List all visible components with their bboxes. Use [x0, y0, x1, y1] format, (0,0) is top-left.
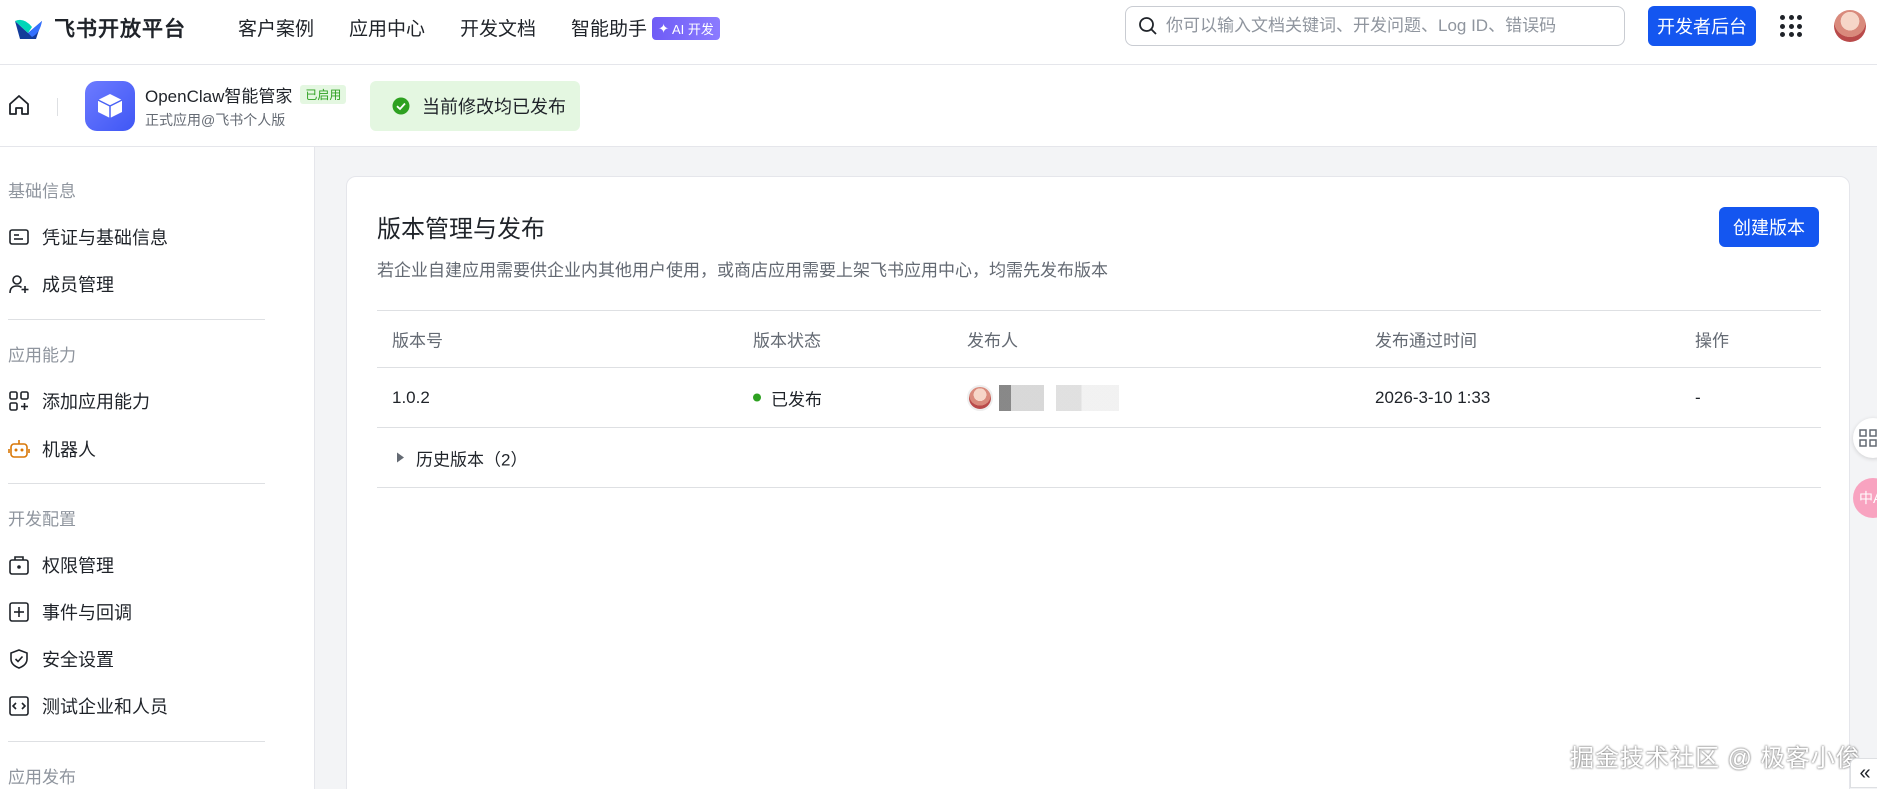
sidebar-item-add-capability[interactable]: 添加应用能力 — [8, 388, 150, 414]
publisher-avatar — [967, 384, 993, 411]
version-table: 版本号 版本状态 发布人 发布通过时间 操作 1.0.2 已发布 2026-3-… — [377, 310, 1821, 488]
robot-icon — [8, 440, 30, 458]
sidebar-item-bot[interactable]: 机器人 — [8, 436, 96, 462]
page-description: 若企业自建应用需要供企业内其他用户使用，或商店应用需要上架飞书应用中心，均需先发… — [377, 261, 1108, 280]
page-title: 版本管理与发布 — [377, 216, 545, 243]
table-row[interactable]: 1.0.2 已发布 2026-3-10 1:33 - — [377, 368, 1821, 428]
add-apps-icon — [9, 391, 29, 411]
check-circle-icon — [392, 97, 410, 115]
user-avatar[interactable] — [1834, 10, 1866, 42]
logo-text: 飞书开放平台 — [54, 18, 186, 41]
section-title-basic: 基础信息 — [8, 182, 76, 201]
nav-smart-assistant[interactable]: 智能助手 ✦ AI 开发 — [571, 14, 720, 41]
feishu-logo[interactable]: 飞书开放平台 — [12, 13, 186, 43]
section-title-dev-config: 开发配置 — [8, 510, 76, 529]
search-input[interactable] — [1166, 16, 1606, 36]
event-add-icon — [9, 602, 29, 622]
caret-right-icon — [397, 452, 404, 463]
create-version-button[interactable]: 创建版本 — [1719, 207, 1819, 247]
column-header: 操作 — [1695, 331, 1729, 351]
sidebar-item-permissions[interactable]: 权限管理 — [8, 552, 114, 578]
grid-icon — [1859, 429, 1877, 447]
sidebar-item-label: 安全设置 — [42, 650, 114, 670]
publish-time: 2026-3-10 1:33 — [1375, 387, 1491, 407]
divider — [8, 741, 265, 742]
history-versions-label: 历史版本（2） — [416, 450, 528, 469]
sidebar: 基础信息 凭证与基础信息 成员管理 应用能力 添加应用能力 机器人 开发配置 权… — [0, 147, 315, 789]
history-versions: 历史版本（2） — [397, 445, 527, 470]
status-text: 已发布 — [771, 390, 822, 409]
column-header: 发布通过时间 — [1375, 331, 1477, 351]
status-dot — [753, 393, 761, 402]
collapse-icon[interactable]: « — [1850, 758, 1877, 788]
floating-apps-button[interactable] — [1853, 418, 1877, 458]
sidebar-item-members[interactable]: 成员管理 — [8, 271, 114, 297]
main-nav: 客户案例 应用中心 开发文档 智能助手 ✦ AI 开发 — [238, 0, 755, 54]
app-name-text: OpenClaw智能管家 — [145, 87, 293, 106]
briefcase-lock-icon — [9, 556, 29, 575]
sparkle-icon: ✦ — [658, 20, 669, 36]
publisher — [967, 384, 1149, 411]
version-status: 已发布 — [753, 385, 822, 410]
version-management-card: 版本管理与发布 若企业自建应用需要供企业内其他用户使用，或商店应用需要上架飞书应… — [346, 176, 1850, 789]
app-header: OpenClaw智能管家 已启用 正式应用@飞书个人版 当前修改均已发布 — [0, 65, 1877, 147]
sidebar-item-credentials[interactable]: 凭证与基础信息 — [8, 224, 168, 250]
add-user-icon — [9, 275, 29, 294]
top-navigation: 飞书开放平台 客户案例 应用中心 开发文档 智能助手✦AI 开发 开发者后台 — [0, 0, 1877, 65]
nav-customer-cases[interactable]: 客户案例 — [238, 14, 314, 41]
sidebar-item-test-tenants[interactable]: 测试企业和人员 — [8, 693, 168, 719]
app-name: OpenClaw智能管家 已启用 — [145, 82, 347, 107]
nav-app-center[interactable]: 应用中心 — [349, 14, 425, 41]
search-box[interactable] — [1125, 6, 1625, 46]
column-header: 版本状态 — [753, 331, 821, 351]
translate-button[interactable]: 中A — [1853, 478, 1877, 518]
section-title-capabilities: 应用能力 — [8, 346, 76, 365]
divider — [57, 98, 58, 116]
sidebar-item-label: 测试企业和人员 — [42, 697, 168, 717]
sidebar-item-label: 事件与回调 — [42, 603, 132, 623]
id-card-icon — [9, 229, 29, 245]
publish-status-tip: 当前修改均已发布 — [370, 81, 580, 131]
home-icon[interactable] — [7, 93, 31, 117]
watermark: 掘金技术社区 @ 极客小俊 — [1570, 745, 1861, 772]
sidebar-item-label: 成员管理 — [42, 275, 114, 295]
sidebar-item-label: 添加应用能力 — [42, 392, 150, 412]
section-title-publish: 应用发布 — [8, 768, 76, 787]
row-action: - — [1695, 387, 1701, 407]
sidebar-item-events[interactable]: 事件与回调 — [8, 599, 132, 625]
ai-dev-badge: ✦ AI 开发 — [652, 17, 720, 40]
sidebar-item-label: 机器人 — [42, 440, 96, 460]
publisher-name-redacted — [999, 384, 1149, 411]
app-grid-icon[interactable] — [1780, 15, 1802, 37]
sidebar-item-security[interactable]: 安全设置 — [8, 646, 114, 672]
sidebar-item-label: 权限管理 — [42, 556, 114, 576]
divider — [8, 483, 265, 484]
sidebar-item-label: 凭证与基础信息 — [42, 228, 168, 248]
history-versions-toggle[interactable]: 历史版本（2） — [377, 428, 1821, 488]
app-subtitle: 正式应用@飞书个人版 — [145, 112, 286, 128]
nav-dev-docs[interactable]: 开发文档 — [460, 14, 536, 41]
divider — [8, 319, 265, 320]
code-box-icon — [9, 696, 29, 716]
status-badge: 已启用 — [300, 85, 347, 104]
app-icon — [85, 81, 135, 131]
table-header: 版本号 版本状态 发布人 发布通过时间 操作 — [377, 310, 1821, 368]
cube-icon — [97, 94, 123, 118]
publish-status-text: 当前修改均已发布 — [422, 97, 566, 117]
nav-smart-assistant-label: 智能助手 — [571, 18, 648, 40]
column-header: 发布人 — [967, 331, 1018, 351]
version-number: 1.0.2 — [392, 387, 430, 407]
ai-dev-label: AI 开发 — [671, 22, 714, 37]
column-header: 版本号 — [392, 331, 443, 351]
developer-console-button[interactable]: 开发者后台 — [1648, 6, 1756, 46]
search-icon — [1139, 17, 1157, 35]
shield-icon — [10, 649, 28, 669]
feishu-logo-icon — [15, 19, 42, 39]
